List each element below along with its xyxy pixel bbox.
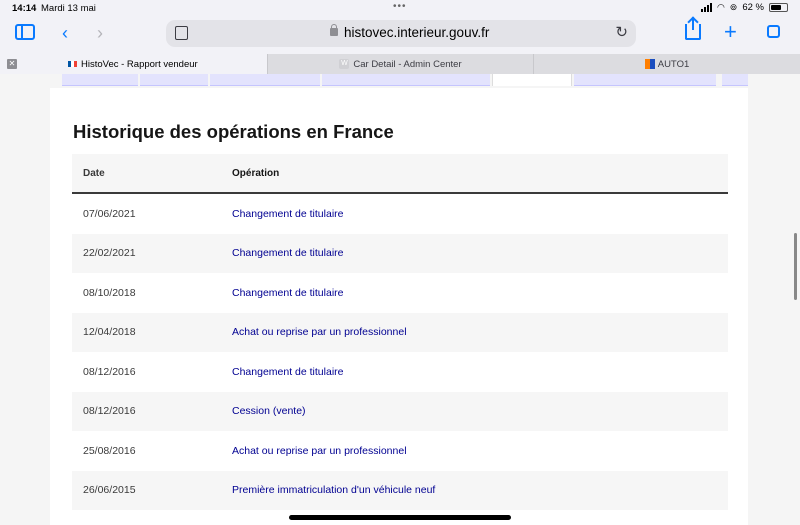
sidebar-toggle-icon[interactable] <box>15 24 35 40</box>
wifi-icon: ◠ <box>716 2 725 12</box>
page-menu-icon[interactable] <box>175 26 188 40</box>
row-operation: Cession (vente) <box>232 405 306 418</box>
table-row: 08/12/2016 Cession (vente) <box>72 391 728 431</box>
tab-histovec[interactable]: ✕ HistoVec - Rapport vendeur <box>0 54 268 74</box>
tab-label: Car Detail - Admin Center <box>353 58 462 70</box>
report-tabs <box>50 74 748 86</box>
battery-icon <box>769 3 788 12</box>
tab-label: HistoVec - Rapport vendeur <box>81 58 198 70</box>
status-bar: 14:14 Mardi 13 mai ••• ◠ ⊚ 62 % <box>0 0 800 16</box>
table-row: 22/02/2021 Changement de titulaire <box>72 233 728 273</box>
row-operation: Achat ou reprise par un professionnel <box>232 444 407 457</box>
new-tab-icon[interactable]: + <box>724 21 737 43</box>
table-header: Date Opération <box>72 154 728 194</box>
cellular-signal-icon <box>700 3 712 12</box>
row-operation: Changement de titulaire <box>232 247 344 260</box>
row-date: 08/10/2018 <box>83 286 136 299</box>
scrollbar[interactable] <box>794 233 797 300</box>
home-indicator[interactable] <box>289 515 511 520</box>
orientation-lock-icon: ⊚ <box>729 2 738 12</box>
report-tab-historique[interactable] <box>492 74 572 86</box>
tab-overview-icon[interactable] <box>763 25 780 47</box>
row-date: 25/08/2016 <box>83 444 136 457</box>
auto1-icon <box>644 59 655 69</box>
row-date: 08/12/2016 <box>83 365 136 378</box>
status-time: 14:14 <box>12 3 37 14</box>
status-date: Mardi 13 mai <box>41 3 96 14</box>
report-tab[interactable] <box>322 74 490 86</box>
table-row: 08/10/2018 Changement de titulaire <box>72 273 728 313</box>
table-row: 25/08/2016 Achat ou reprise par un profes… <box>72 431 728 471</box>
web-content: Historique des opérations en France Date… <box>0 74 800 525</box>
reload-icon[interactable]: ↻ <box>615 23 628 41</box>
address-bar[interactable]: histovec.interieur.gouv.fr ↻ <box>166 20 636 47</box>
report-tab[interactable] <box>140 74 208 86</box>
report-tab[interactable] <box>210 74 320 86</box>
row-operation: Achat ou reprise par un professionnel <box>232 326 407 339</box>
report-tab[interactable] <box>574 74 716 86</box>
row-operation: Changement de titulaire <box>232 286 344 299</box>
site-icon: W <box>339 59 350 69</box>
row-date: 26/06/2015 <box>83 484 136 497</box>
tab-auto1[interactable]: AUTO1 <box>534 54 800 74</box>
tab-bar: ✕ HistoVec - Rapport vendeur W Car Detai… <box>0 54 800 74</box>
row-date: 08/12/2016 <box>83 405 136 418</box>
battery-percent: 62 % <box>742 2 764 13</box>
table-row: 26/06/2015 Première immatriculation d'un … <box>72 470 728 510</box>
back-button[interactable]: ‹ <box>53 22 77 44</box>
row-operation: Changement de titulaire <box>232 365 344 378</box>
row-operation: Changement de titulaire <box>232 207 344 220</box>
safari-toolbar: ‹ › histovec.interieur.gouv.fr ↻ + <box>0 16 800 52</box>
address-url[interactable]: histovec.interieur.gouv.fr <box>344 25 489 40</box>
share-icon[interactable] <box>685 18 701 40</box>
header-operation: Opération <box>232 167 280 179</box>
row-date: 12/04/2018 <box>83 326 136 339</box>
section-title: Historique des opérations en France <box>73 121 394 142</box>
tab-car-detail[interactable]: W Car Detail - Admin Center <box>268 54 534 74</box>
row-date: 22/02/2021 <box>83 247 136 260</box>
french-flag-icon <box>68 61 77 67</box>
table-row: 12/04/2018 Achat ou reprise par un profes… <box>72 312 728 352</box>
report-tab[interactable] <box>62 74 138 86</box>
table-body: 07/06/2021 Changement de titulaire 22/02/2… <box>72 194 728 510</box>
table-row: 07/06/2021 Changement de titulaire <box>72 194 728 234</box>
tab-label: AUTO1 <box>657 58 690 70</box>
report-tab[interactable] <box>722 74 748 86</box>
close-tab-icon[interactable]: ✕ <box>7 59 17 69</box>
table-row: 08/12/2016 Changement de titulaire <box>72 352 728 392</box>
forward-button[interactable]: › <box>88 22 112 44</box>
multitasking-dots[interactable]: ••• <box>393 1 407 12</box>
header-date: Date <box>83 167 105 179</box>
row-date: 07/06/2021 <box>83 207 136 220</box>
operations-table: Date Opération 07/06/2021 Changement de t… <box>72 154 728 510</box>
lock-icon <box>330 24 338 36</box>
row-operation: Première immatriculation d'un véhicule n… <box>232 484 436 497</box>
